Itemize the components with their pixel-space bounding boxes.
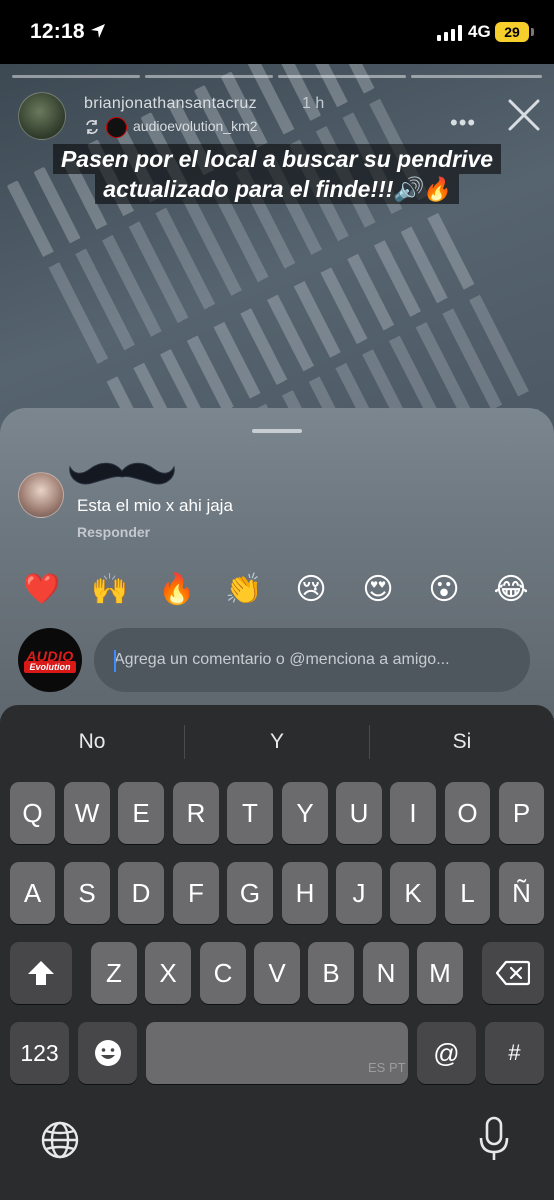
key-w[interactable]: W <box>64 782 110 844</box>
key-q[interactable]: Q <box>10 782 55 844</box>
key-m[interactable]: M <box>417 942 463 1004</box>
story-username[interactable]: brianjonathansantacruz <box>84 95 257 113</box>
reaction-surprised[interactable]: 😮 <box>422 570 466 610</box>
key-u[interactable]: U <box>336 782 382 844</box>
reply-button[interactable]: Responder <box>77 524 150 540</box>
reaction-laughing[interactable]: 😂 <box>489 570 533 610</box>
reaction-crying[interactable]: 😢 <box>289 570 333 610</box>
shift-arrow-icon <box>28 961 54 985</box>
reaction-raised-hands[interactable]: 🙌 <box>88 570 132 610</box>
key-y[interactable]: Y <box>282 782 328 844</box>
commenter-avatar[interactable] <box>18 472 64 518</box>
close-icon[interactable] <box>507 98 541 132</box>
status-time: 12:18 <box>30 20 85 43</box>
battery-indicator: 29 <box>495 22 529 42</box>
key-f[interactable]: F <box>173 862 219 924</box>
key-e[interactable]: E <box>118 782 164 844</box>
story-progress-2 <box>145 75 273 78</box>
microphone-icon[interactable] <box>478 1116 510 1162</box>
globe-icon[interactable] <box>40 1120 80 1160</box>
avatar-logo-subtext: Evolution <box>24 661 76 673</box>
backspace-icon <box>495 960 531 986</box>
comment-input[interactable] <box>94 628 530 692</box>
key-d[interactable]: D <box>118 862 164 924</box>
key-i[interactable]: I <box>390 782 436 844</box>
numbers-key[interactable]: 123 <box>10 1022 69 1084</box>
key-p[interactable]: P <box>499 782 544 844</box>
reaction-clap[interactable]: 👏 <box>222 570 266 610</box>
key-s[interactable]: S <box>64 862 110 924</box>
comment-text: Esta el mio x ahi jaja <box>77 496 233 515</box>
key-c[interactable]: C <box>200 942 246 1004</box>
story-caption-line-1: Pasen por el local a buscar su pendrive <box>0 142 554 176</box>
emoji-key[interactable] <box>78 1022 137 1084</box>
key-x[interactable]: X <box>145 942 191 1004</box>
key-t[interactable]: T <box>227 782 273 844</box>
emoji-icon <box>94 1040 121 1066</box>
suggestion-2[interactable]: Y <box>185 730 369 754</box>
key-k[interactable]: K <box>390 862 436 924</box>
key-v[interactable]: V <box>254 942 300 1004</box>
cellular-signal-icon <box>437 25 462 41</box>
space-language-label: ES PT <box>368 1060 406 1075</box>
reaction-fire[interactable]: 🔥 <box>155 570 199 610</box>
my-avatar: AUDIO Evolution <box>18 628 82 692</box>
key-j[interactable]: J <box>336 862 382 924</box>
shift-key[interactable] <box>10 942 72 1004</box>
story-progress-1 <box>12 75 140 78</box>
suggestion-3[interactable]: Si <box>370 730 554 754</box>
repost-icon <box>86 120 98 134</box>
location-arrow-icon <box>91 24 105 38</box>
more-options-icon[interactable]: ••• <box>450 110 476 136</box>
hash-key[interactable]: # <box>485 1022 544 1084</box>
key-l[interactable]: L <box>445 862 490 924</box>
reaction-heart[interactable]: ❤️ <box>20 570 64 610</box>
repost-source-avatar[interactable] <box>106 117 127 138</box>
backspace-key[interactable] <box>482 942 544 1004</box>
repost-source-name[interactable]: audioevolution_km2 <box>133 118 258 134</box>
story-user-avatar[interactable] <box>18 92 66 140</box>
mustache-sticker-icon <box>69 462 175 485</box>
battery-tip <box>531 28 534 36</box>
key-n[interactable]: N <box>363 942 409 1004</box>
key-h[interactable]: H <box>282 862 328 924</box>
story-caption-line-2: actualizado para el finde!!!🔊🔥 <box>0 172 554 206</box>
network-type: 4G <box>468 22 491 41</box>
at-key[interactable]: @ <box>417 1022 476 1084</box>
story-progress-4 <box>411 75 542 78</box>
key-enye[interactable]: Ñ <box>499 862 544 924</box>
story-time-ago: 1 h <box>302 95 325 112</box>
suggestion-1[interactable]: No <box>0 730 184 754</box>
key-z[interactable]: Z <box>91 942 137 1004</box>
key-g[interactable]: G <box>227 862 273 924</box>
key-r[interactable]: R <box>173 782 219 844</box>
sheet-drag-handle[interactable] <box>252 429 302 433</box>
reaction-heart-eyes[interactable]: 😍 <box>356 570 400 610</box>
key-b[interactable]: B <box>308 942 354 1004</box>
key-a[interactable]: A <box>10 862 55 924</box>
key-o[interactable]: O <box>445 782 490 844</box>
text-caret <box>114 650 116 672</box>
story-progress-3 <box>278 75 406 78</box>
